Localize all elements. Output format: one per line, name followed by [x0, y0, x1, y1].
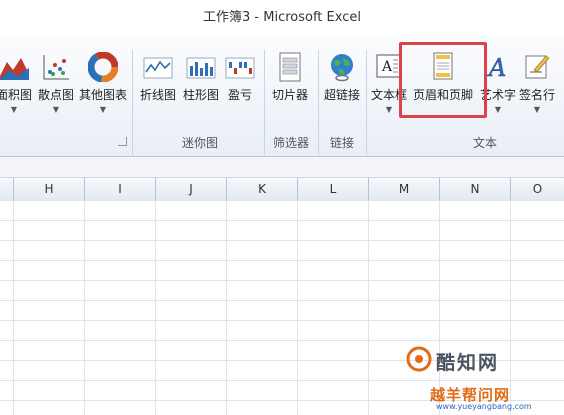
scatter-chart-button[interactable]: 散点图 ▼: [36, 52, 76, 122]
donut-chart-icon: [88, 52, 118, 82]
chevron-down-icon: ▼: [52, 105, 60, 114]
signature-line-button[interactable]: 签名行 ▼: [516, 52, 558, 122]
watermark-url: www.yueyangbang.com: [436, 402, 532, 411]
signature-line-label: 签名行: [518, 88, 555, 102]
sparkline-column-button[interactable]: 柱形图: [181, 52, 221, 122]
sparkline-winloss-label: 盈亏: [227, 88, 252, 102]
svg-text:A: A: [487, 54, 506, 82]
group-label-filter: 筛选器: [272, 136, 309, 150]
slicer-button[interactable]: 切片器: [268, 52, 312, 122]
watermark-logo-icon: [406, 346, 432, 372]
sparkline-winloss-button[interactable]: 盈亏: [222, 52, 258, 122]
highlight-box: [399, 42, 487, 118]
group-label-links: 链接: [329, 136, 354, 150]
area-chart-icon: [0, 58, 29, 80]
sparkline-column-icon: [186, 57, 216, 79]
column-header-g[interactable]: [0, 178, 14, 200]
title-bar: 工作簿3 - Microsoft Excel: [0, 0, 564, 36]
watermark: 酷知网 越羊帮问网 www.yueyangbang.com: [400, 340, 564, 415]
column-header[interactable]: H: [14, 178, 85, 200]
other-charts-label: 其他图表: [78, 88, 127, 102]
window-title: 工作簿3 - Microsoft Excel: [203, 10, 361, 25]
svg-text:A: A: [381, 59, 393, 75]
area-chart-button[interactable]: 面积图 ▼: [0, 52, 38, 122]
hyperlink-globe-icon: [331, 54, 353, 82]
column-header[interactable]: J: [156, 178, 227, 200]
column-header[interactable]: I: [85, 178, 156, 200]
hyperlink-button[interactable]: 超链接: [320, 52, 364, 122]
dialog-launcher-icon[interactable]: [118, 137, 127, 146]
sparkline-line-label: 折线图: [139, 88, 176, 102]
watermark-main: 酷知网: [436, 352, 500, 374]
group-label-text: 文本: [472, 136, 497, 150]
slicer-label: 切片器: [271, 88, 308, 102]
column-header[interactable]: L: [298, 178, 369, 200]
slicer-icon: [279, 52, 301, 82]
column-header[interactable]: M: [369, 178, 440, 200]
wordart-icon: A: [487, 54, 507, 82]
signature-line-icon: [525, 55, 550, 79]
scatter-chart-label: 散点图: [37, 88, 74, 102]
hyperlink-label: 超链接: [323, 88, 360, 102]
column-header[interactable]: O: [511, 178, 564, 200]
sparkline-winloss-icon: [225, 57, 255, 79]
sparkline-line-button[interactable]: 折线图: [138, 52, 178, 122]
chevron-down-icon: ▼: [533, 105, 541, 114]
column-headers: H I J K L M N O: [0, 178, 564, 201]
sparkline-line-icon: [143, 57, 173, 79]
sparkline-column-label: 柱形图: [182, 88, 219, 102]
column-header[interactable]: K: [227, 178, 298, 200]
chevron-down-icon: ▼: [99, 105, 107, 114]
other-charts-button[interactable]: 其他图表 ▼: [78, 52, 128, 122]
group-label-sparklines: 迷你图: [181, 136, 218, 150]
formula-bar[interactable]: [0, 157, 564, 178]
area-chart-label: 面积图: [0, 88, 32, 102]
scatter-chart-icon: [43, 55, 69, 80]
chevron-down-icon: ▼: [10, 105, 18, 114]
column-header[interactable]: N: [440, 178, 511, 200]
